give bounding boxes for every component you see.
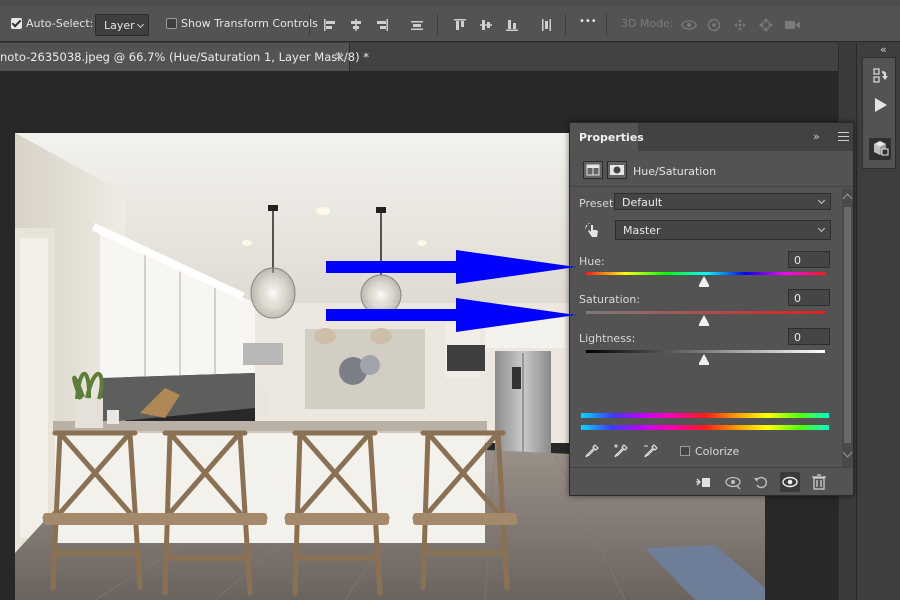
toggle-visibility-icon[interactable]	[780, 472, 800, 492]
align-vertical-centers-icon[interactable]	[479, 18, 493, 32]
photoshop-window: Auto-Select: Layer Show Transform Contro…	[0, 0, 900, 600]
properties-scrollbar[interactable]	[842, 189, 853, 467]
dock-panel-group	[862, 57, 896, 169]
panel-dock: «	[856, 43, 900, 600]
3d-mode-label: 3D Mode:	[621, 17, 674, 30]
auto-select-label: Auto-Select:	[26, 17, 94, 30]
hue-slider-track[interactable]	[586, 272, 825, 275]
lightness-slider-thumb[interactable]	[699, 354, 709, 365]
clip-to-layer-icon[interactable]	[693, 472, 713, 492]
distribute-vertical-icon[interactable]	[539, 18, 553, 32]
distribute-horizontal-icon[interactable]	[410, 18, 424, 32]
3d-slide-icon[interactable]	[759, 18, 773, 32]
align-top-edges-icon[interactable]	[453, 18, 467, 32]
source-color-spectrum	[581, 413, 829, 418]
channel-dropdown[interactable]: Master	[615, 220, 831, 240]
delete-adjustment-icon[interactable]	[809, 472, 829, 492]
3d-roll-icon[interactable]	[707, 18, 721, 32]
align-bottom-edges-icon[interactable]	[505, 18, 519, 32]
chevron-down-icon	[817, 196, 826, 205]
properties-panel-header: Properties »	[570, 123, 853, 151]
chevron-down-icon	[136, 20, 145, 29]
lightness-value: 0	[794, 331, 801, 344]
hue-label: Hue:	[579, 255, 605, 268]
saturation-slider-thumb[interactable]	[699, 315, 709, 326]
auto-select-checkbox[interactable]	[11, 18, 22, 29]
scroll-up-icon[interactable]	[842, 193, 853, 204]
view-previous-state-icon[interactable]	[723, 472, 743, 492]
properties-panel: Properties » Hue/Saturation Preset: Defa…	[569, 122, 854, 496]
auto-select-target-value: Layer	[104, 19, 135, 32]
tab-properties[interactable]: Properties	[570, 123, 644, 151]
preset-value: Default	[622, 196, 663, 209]
hue-slider-thumb[interactable]	[699, 276, 709, 287]
3d-orbit-icon[interactable]	[680, 18, 698, 32]
show-transform-controls-checkbox[interactable]	[166, 18, 177, 29]
add-to-sample-eyedropper-icon[interactable]	[613, 443, 629, 459]
collapse-dock-icon[interactable]: «	[880, 43, 887, 56]
properties-panel-icon[interactable]	[869, 138, 891, 160]
history-icon[interactable]	[869, 65, 891, 87]
subtract-from-sample-eyedropper-icon[interactable]	[643, 443, 659, 459]
properties-content: Preset: Default Master Hue: 0 Saturation…	[570, 189, 853, 467]
annotation-arrow-saturation	[326, 298, 576, 332]
saturation-slider-track[interactable]	[586, 311, 825, 314]
document-tab-title: noto-2635038.jpeg @ 66.7% (Hue/Saturatio…	[0, 50, 369, 64]
document-tab[interactable]: noto-2635038.jpeg @ 66.7% (Hue/Saturatio…	[0, 43, 369, 71]
options-bar: Auto-Select: Layer Show Transform Contro…	[0, 6, 900, 42]
expand-panel-icon[interactable]: »	[813, 130, 820, 143]
hue-value-field[interactable]: 0	[788, 251, 830, 268]
close-icon[interactable]: ×	[334, 49, 344, 63]
saturation-label: Saturation:	[579, 293, 641, 306]
scroll-down-icon[interactable]	[842, 447, 853, 458]
channel-value: Master	[623, 224, 661, 237]
more-options-button[interactable]: •••	[579, 16, 597, 27]
targeted-adjustment-hand-icon[interactable]	[584, 222, 602, 240]
annotation-arrow-hue	[326, 250, 576, 284]
document-tab-bar: noto-2635038.jpeg @ 66.7% (Hue/Saturatio…	[0, 43, 856, 71]
preset-dropdown[interactable]: Default	[614, 193, 831, 210]
toolbar-divider	[565, 14, 566, 36]
lightness-value-field[interactable]: 0	[788, 328, 830, 345]
saturation-value: 0	[794, 292, 801, 305]
toolbar-divider	[606, 14, 607, 36]
properties-footer	[570, 467, 853, 495]
toolbar-divider	[437, 14, 438, 36]
align-horizontal-centers-icon[interactable]	[349, 18, 363, 32]
hue-value: 0	[794, 254, 801, 267]
scrollbar-thumb[interactable]	[844, 207, 851, 443]
layer-mask-icon[interactable]	[607, 161, 627, 179]
align-right-edges-icon[interactable]	[375, 18, 389, 32]
adjustment-icon[interactable]	[583, 161, 603, 179]
lightness-label: Lightness:	[579, 332, 636, 345]
3d-camera-icon[interactable]	[784, 18, 802, 32]
preset-label: Preset:	[579, 197, 618, 210]
saturation-value-field[interactable]: 0	[788, 289, 830, 306]
chevron-down-icon	[817, 224, 826, 233]
colorize-label: Colorize	[695, 445, 740, 458]
3d-pan-icon[interactable]	[733, 18, 747, 32]
panel-menu-icon[interactable]	[838, 132, 849, 141]
align-left-edges-icon[interactable]	[323, 18, 337, 32]
toolbar-divider	[309, 14, 310, 36]
result-color-spectrum[interactable]	[581, 425, 829, 430]
adjustment-title: Hue/Saturation	[633, 165, 717, 178]
lightness-slider-track[interactable]	[586, 350, 825, 353]
colorize-checkbox[interactable]	[680, 446, 690, 456]
adjustment-type-bar: Hue/Saturation	[570, 151, 853, 187]
reset-adjustment-icon[interactable]	[751, 472, 771, 492]
eyedropper-icon[interactable]	[584, 443, 600, 459]
properties-tab-label: Properties	[579, 131, 644, 144]
play-actions-icon[interactable]	[869, 94, 891, 116]
show-transform-controls-label: Show Transform Controls	[181, 17, 318, 30]
auto-select-target-dropdown[interactable]: Layer	[95, 14, 149, 36]
